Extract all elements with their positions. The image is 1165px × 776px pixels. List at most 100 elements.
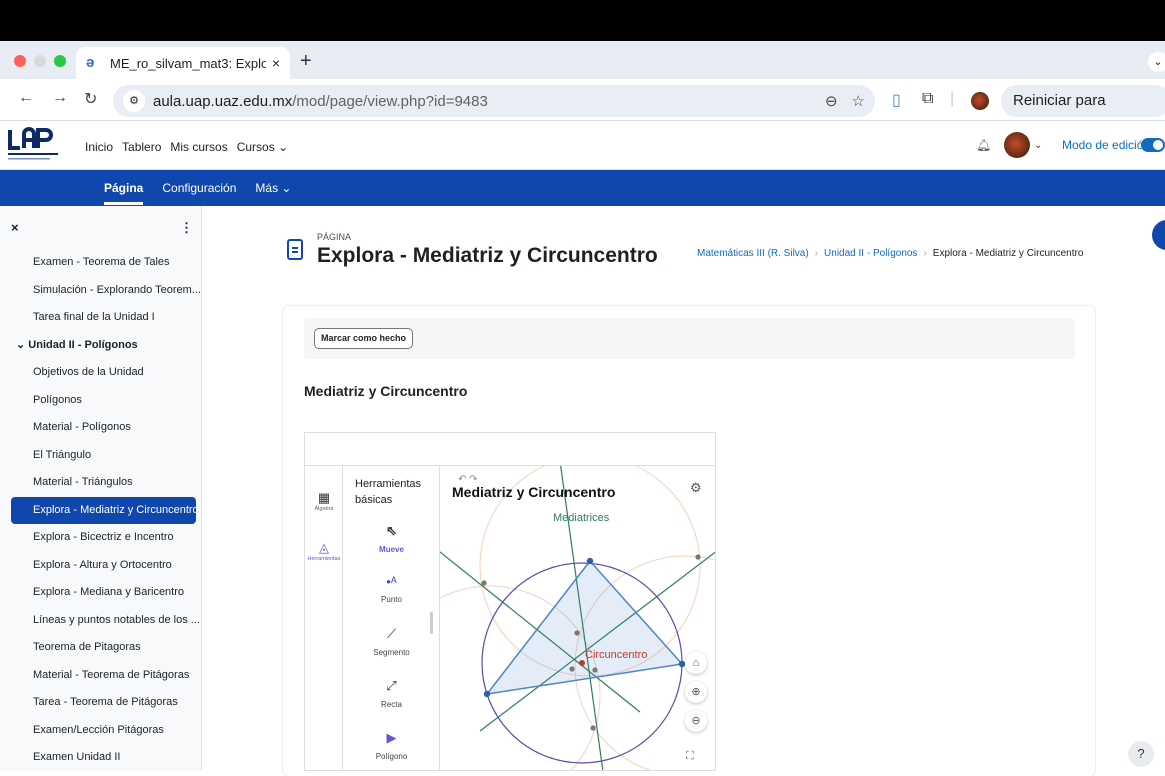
- zoom-in-icon[interactable]: ⊕: [685, 681, 707, 703]
- course-index-item[interactable]: Material - Teorema de Pitágoras: [0, 662, 201, 690]
- nav-cursos[interactable]: Cursos ⌄: [237, 140, 288, 154]
- label-mediatrices: Mediatrices: [553, 512, 610, 524]
- course-index-item[interactable]: Tarea final de la Unidad I: [0, 304, 201, 332]
- chevron-down-icon[interactable]: ⌄: [16, 339, 28, 351]
- tool-polygon[interactable]: ▶ Polígono: [343, 730, 440, 761]
- drawer-close-icon[interactable]: ×: [11, 220, 19, 235]
- tab-pagina[interactable]: Página: [104, 171, 144, 205]
- bookmark-star-icon[interactable]: ☆: [852, 92, 865, 110]
- course-index-item[interactable]: Simulación - Explorando Teorem...: [0, 277, 201, 305]
- course-index-label: Teorema de Pitagoras: [33, 641, 141, 653]
- tool-line[interactable]: ⤢ Recta: [343, 678, 440, 709]
- course-index-label: Examen/Lección Pitágoras: [33, 723, 164, 736]
- course-index-item[interactable]: Material - Polígonos: [0, 414, 201, 442]
- course-index-item[interactable]: El Triángulo: [0, 442, 201, 470]
- line-icon: ⤢: [386, 678, 397, 693]
- breadcrumb-section[interactable]: Unidad II - Polígonos: [824, 248, 917, 259]
- tools-scrollbar[interactable]: [430, 612, 433, 634]
- aux-point: [695, 554, 701, 560]
- url-bar[interactable]: ⚙ aula.uap.uaz.edu.mx /mod/page/view.php…: [113, 85, 875, 117]
- geogebra-applet[interactable]: ▦ Álgebra ◬ Herramientas Herramientas bá…: [304, 432, 716, 771]
- user-avatar[interactable]: [1004, 132, 1030, 158]
- back-arrow-icon[interactable]: ←: [18, 89, 34, 107]
- extensions-puzzle-icon[interactable]: ⧉: [922, 90, 933, 108]
- tool-segment[interactable]: ⟋ Segmento: [343, 626, 440, 657]
- user-menu-chevron-icon[interactable]: ⌄: [1034, 140, 1042, 151]
- graphics-view[interactable]: ↶ ↷ Mediatriz y Circuncentro ⚙ Mediatric…: [440, 466, 715, 770]
- course-index-item[interactable]: Examen - Teorema de Tales: [0, 249, 201, 277]
- course-index-item[interactable]: Material - Triángulos: [0, 469, 201, 497]
- course-section-item[interactable]: ⌄ Unidad II - Polígonos: [0, 332, 201, 360]
- course-index-label: Explora - Mediana y Baricentro: [33, 586, 185, 598]
- course-index-item[interactable]: Explora - Altura y Ortocentro: [0, 552, 201, 580]
- nav-mis-cursos[interactable]: Mis cursos: [170, 140, 227, 154]
- gear-icon[interactable]: ⚙: [690, 480, 702, 496]
- breadcrumb-course[interactable]: Matemáticas III (R. Silva): [697, 248, 809, 259]
- applet-side-rail: ▦ Álgebra ◬ Herramientas: [305, 466, 343, 770]
- browser-tab[interactable]: ə ME_ro_silvam_mat3: Explora ×: [76, 47, 290, 79]
- tab-configuracion[interactable]: Configuración: [162, 181, 236, 195]
- document-extension-icon[interactable]: ▯: [892, 90, 901, 110]
- reload-icon[interactable]: ↻: [84, 89, 97, 109]
- home-icon[interactable]: ⌂: [685, 652, 707, 674]
- course-index-item[interactable]: Examen Unidad II: [0, 744, 201, 771]
- os-top-bar: [0, 0, 1165, 41]
- polygon-icon: ▶: [386, 730, 397, 745]
- new-tab-button[interactable]: +: [300, 50, 312, 73]
- page-type-label: PÁGINA: [317, 232, 352, 242]
- tab-close-icon[interactable]: ×: [272, 55, 280, 71]
- course-index-label: Material - Teorema de Pitágoras: [33, 668, 190, 681]
- relaunch-button[interactable]: Reiniciar para actualizar ⋮: [1001, 85, 1165, 141]
- drawer-menu-icon[interactable]: ⋮: [180, 220, 193, 236]
- uap-logo[interactable]: [8, 126, 64, 166]
- course-index-item[interactable]: Líneas y puntos notables de los ...: [0, 607, 201, 635]
- profile-avatar-icon[interactable]: [971, 92, 989, 110]
- tool-polygon-label: Polígono: [375, 752, 408, 761]
- tool-move[interactable]: ⇖ Mueve: [343, 523, 440, 554]
- course-index-label: Examen Unidad II: [33, 751, 121, 763]
- course-index-item[interactable]: Polígonos: [0, 387, 201, 415]
- aux-point: [574, 630, 580, 636]
- zoom-window-button[interactable]: [54, 55, 66, 67]
- tab-mas[interactable]: Más ⌄: [255, 181, 291, 195]
- rail-tools[interactable]: ◬ Herramientas: [305, 540, 343, 562]
- course-index-item[interactable]: Explora - Mediana y Baricentro: [0, 579, 201, 607]
- course-index-label: El Triángulo: [33, 448, 92, 461]
- forward-arrow-icon[interactable]: →: [52, 89, 68, 107]
- rail-algebra[interactable]: ▦ Álgebra: [305, 490, 343, 512]
- close-window-button[interactable]: [14, 55, 26, 67]
- fullscreen-icon[interactable]: ⛶: [686, 750, 694, 763]
- toolbar-divider: |: [950, 90, 955, 107]
- tool-point[interactable]: •ᴬ Punto: [343, 574, 440, 604]
- course-index-label: Simulación - Explorando Teorem...: [33, 283, 201, 296]
- zoom-out-icon[interactable]: ⊖: [685, 710, 707, 732]
- help-button[interactable]: ?: [1128, 741, 1154, 767]
- breadcrumb: Matemáticas III (R. Silva) › Unidad II -…: [697, 248, 1083, 259]
- mark-done-button[interactable]: Marcar como hecho: [314, 328, 414, 349]
- course-index-label: Examen - Teorema de Tales: [33, 256, 170, 268]
- course-index-item[interactable]: Teorema de Pitagoras: [0, 634, 201, 662]
- course-index-label: Material - Triángulos: [33, 476, 133, 488]
- site-info-icon[interactable]: ⚙: [123, 90, 145, 112]
- course-index-label: Explora - Mediatriz y Circuncentro: [33, 503, 196, 516]
- course-index-drawer: × ⋮ Examen - Teorema de Tales Simulación …: [0, 206, 202, 771]
- course-index-item[interactable]: Examen/Lección Pitágoras: [0, 717, 201, 745]
- tool-line-label: Recta: [381, 700, 402, 709]
- edit-mode-toggle[interactable]: [1141, 138, 1165, 152]
- minimize-window-button[interactable]: [34, 55, 46, 67]
- notifications-bell-icon[interactable]: 🔔︎: [976, 138, 991, 152]
- block-drawer-toggle[interactable]: [1152, 220, 1165, 250]
- course-index-label: Polígonos: [33, 393, 82, 406]
- course-index-item[interactable]: Objetivos de la Unidad: [0, 359, 201, 387]
- nav-tablero[interactable]: Tablero: [122, 140, 161, 154]
- tool-point-label: Punto: [381, 595, 402, 604]
- tool-move-label: Mueve: [379, 545, 404, 554]
- nav-inicio[interactable]: Inicio: [85, 140, 113, 154]
- zoom-icon[interactable]: ⊖: [825, 92, 838, 110]
- tab-search-chevron-icon[interactable]: ⌄: [1148, 52, 1165, 72]
- course-index-item[interactable]: Explora - Bicectriz e Incentro: [0, 524, 201, 552]
- breadcrumb-separator-icon: ›: [814, 248, 819, 259]
- course-index-item[interactable]: Tarea - Teorema de Pitágoras: [0, 689, 201, 717]
- rail-algebra-label: Álgebra: [314, 506, 334, 512]
- course-index-item[interactable]: Explora - Mediatriz y Circuncentro: [11, 496, 196, 524]
